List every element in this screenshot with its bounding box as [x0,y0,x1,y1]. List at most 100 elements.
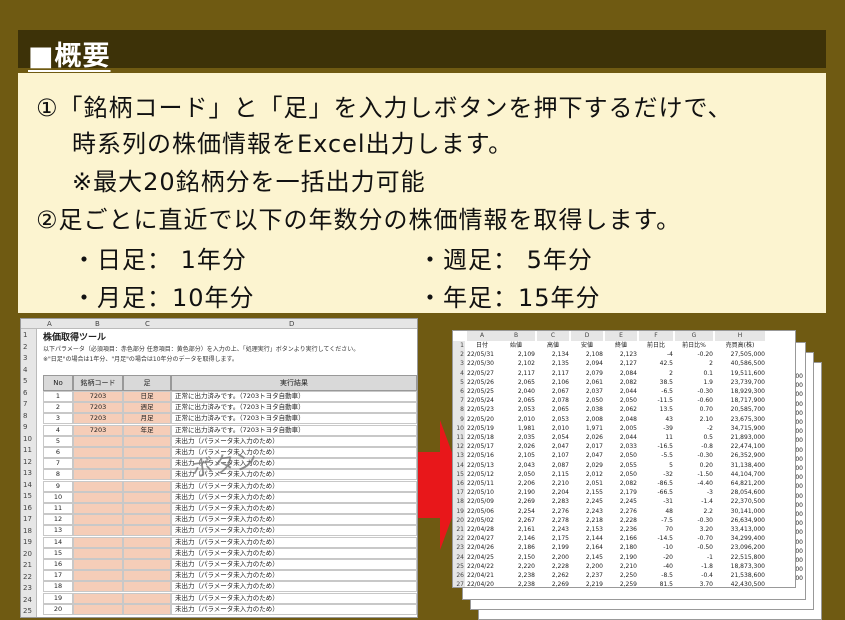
row-no-cell: 7 [43,458,73,470]
row-no-cell: 12 [43,514,73,526]
code-cell[interactable] [73,469,123,481]
code-cell[interactable] [73,559,123,570]
code-cell[interactable] [73,447,123,458]
overview-line-1: ①「銘柄コード」と「足」を入力しボタンを押下するだけで、 [36,94,733,122]
row-number: 21 [23,561,32,569]
leg-cell[interactable] [123,469,171,481]
row-number: 12 [23,457,32,466]
code-cell[interactable] [73,536,123,548]
row-no-cell: 8 [43,469,73,481]
data-cell: 42,430,500 [730,581,765,588]
code-cell[interactable] [73,581,123,593]
leg-cell[interactable] [123,435,171,447]
row-number: 20 [23,549,32,558]
leg-cell[interactable] [123,491,171,503]
row-no-cell: 18 [43,581,73,593]
data-cell: 22/04/20 [467,581,494,588]
leg-cell[interactable] [123,603,171,615]
code-cell[interactable] [73,514,123,526]
code-cell[interactable] [73,480,123,492]
result-cell: 未出力（パラメータ未入力のため） [171,525,417,537]
leg-cell[interactable] [123,570,171,582]
row-number: 25 [23,607,32,615]
row-no-cell: 16 [43,559,73,570]
code-cell[interactable]: 7203 [73,424,123,436]
row-number: 8 [23,411,28,420]
leg-cell[interactable]: 週足 [123,402,171,414]
code-cell[interactable] [73,525,123,537]
data-column-header: B [497,331,535,341]
tool-description: 以下パラメータ（必須項目：赤色部分 任意項目：黄色部分）を入力の上、「処理実行」… [43,346,360,353]
code-cell[interactable] [73,435,123,447]
data-cell: 2,269 [551,581,569,588]
row-number: 3 [23,354,28,362]
row-no-cell: 2 [43,402,73,414]
row-number: 17 [23,515,32,523]
column-header: A [47,320,52,328]
leg-cell[interactable] [123,525,171,537]
daily-bullet: ・日足： 1年分 [72,246,247,274]
yearly-bullet: ・年足：15年分 [418,284,601,312]
result-cell: 未出力（パラメータ未入力のため） [171,547,417,559]
row-no-cell: 17 [43,570,73,582]
data-column-header: G [675,331,713,341]
result-cell: 未出力（パラメータ未入力のため） [171,581,417,593]
leg-cell[interactable]: 月足 [123,413,171,425]
overview-line-4: ②足ごとに直近で以下の年数分の株価情報を取得します。 [36,206,682,234]
tool-note: ※"日足"の場合は1年分、"月足"の場合は10年分のデータを取得します。 [43,356,238,363]
code-cell[interactable]: 7203 [73,391,123,402]
leg-cell[interactable] [123,559,171,570]
row-no-cell: 6 [43,447,73,458]
code-cell[interactable] [73,491,123,503]
code-cell[interactable] [73,503,123,514]
row-number: 19 [23,538,32,546]
result-cell: 正常に出力済みです。（7203トヨタ自動車） [171,413,417,425]
leg-cell[interactable] [123,458,171,470]
code-cell[interactable] [73,592,123,604]
data-column-header: A [467,331,497,341]
result-cell: 未出力（パラメータ未入力のため） [171,592,417,604]
row-number: 24 [23,595,32,604]
code-cell[interactable] [73,458,123,470]
leg-cell[interactable] [123,536,171,548]
row-no-cell: 15 [43,547,73,559]
row-no-cell: 11 [43,503,73,514]
leg-cell[interactable] [123,480,171,492]
data-cell: 81.5 [659,581,673,588]
row-number: 2 [23,342,28,351]
leg-cell[interactable]: 日足 [123,391,171,402]
leg-cell[interactable] [123,547,171,559]
row-no-cell: 14 [43,536,73,548]
leg-cell[interactable] [123,447,171,458]
row-no-cell: 20 [43,603,73,615]
data-column-header: F [639,331,673,341]
row-no-cell: 10 [43,491,73,503]
result-cell: 正常に出力済みです。（7203トヨタ自動車） [171,424,417,436]
row-number: 11 [23,446,32,454]
data-cell: 3.70 [699,581,713,588]
leg-cell[interactable] [123,592,171,604]
code-cell[interactable] [73,570,123,582]
leg-cell[interactable] [123,514,171,526]
overview-line-3: ※最大20銘柄分を一括出力可能 [72,168,426,196]
page-title: ■概要 [28,41,111,72]
header-leg: 足 [123,375,171,391]
leg-cell[interactable] [123,503,171,514]
leg-cell[interactable]: 年足 [123,424,171,436]
row-number: 4 [23,365,28,374]
code-cell[interactable] [73,603,123,615]
result-cell: 未出力（パラメータ未入力のため） [171,514,417,526]
code-cell[interactable]: 7203 [73,413,123,425]
result-cell: 未出力（パラメータ未入力のため） [171,503,417,514]
row-no-cell: 9 [43,480,73,492]
data-cell: 2,259 [619,581,637,588]
row-number: 1 [23,331,28,339]
row-no-cell: 1 [43,391,73,402]
leg-cell[interactable] [123,581,171,593]
code-cell[interactable]: 7203 [73,402,123,414]
result-cell: 未出力（パラメータ未入力のため） [171,536,417,548]
weekly-bullet: ・週足： 5年分 [418,246,593,274]
row-number: 15 [23,492,32,500]
row-no-cell: 5 [43,435,73,447]
code-cell[interactable] [73,547,123,559]
